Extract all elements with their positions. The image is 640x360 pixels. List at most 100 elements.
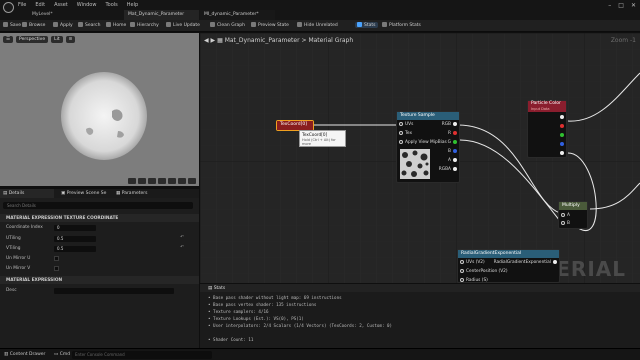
radial-gradient-node[interactable]: RadialGradientExponential UVs (V2) Cente… xyxy=(457,249,560,283)
pin-apply-view-mipbias[interactable]: Apply View MipBias xyxy=(399,140,447,145)
preview-viewport[interactable]: ☰ Perspective Lit ≡ xyxy=(0,33,199,186)
multiply-title: Multiply xyxy=(559,202,587,210)
sphere-preview-icon[interactable] xyxy=(138,178,146,184)
realtime-icon[interactable] xyxy=(178,178,186,184)
multiply-node[interactable]: Multiply A B xyxy=(558,201,588,229)
menu-bar: File Edit Asset Window Tools Help xyxy=(18,2,138,8)
hierarchy-button[interactable]: Hierarchy xyxy=(130,22,159,28)
show-button[interactable]: ≡ xyxy=(65,36,76,43)
multiply-pin-a[interactable]: A xyxy=(561,213,570,218)
save-button[interactable]: Save xyxy=(3,22,21,28)
live-update-label: Live Update xyxy=(173,23,200,28)
un-mirror-v-checkbox[interactable] xyxy=(54,266,59,271)
clean-graph-button[interactable]: Clean Graph xyxy=(210,22,245,28)
menu-help[interactable]: Help xyxy=(127,2,138,8)
pin-rgb[interactable]: RGB xyxy=(442,122,457,127)
particle-pin-g[interactable] xyxy=(558,133,564,138)
stats-header: ▤ Stats xyxy=(200,284,640,292)
cylinder-preview-icon[interactable] xyxy=(128,178,136,184)
pin-b[interactable]: B xyxy=(448,149,457,154)
tab-parameters[interactable]: ▦ Parameters xyxy=(113,189,168,198)
vtiling-field[interactable]: 0.5 xyxy=(54,246,96,252)
vtiling-label: VTiling xyxy=(6,246,21,251)
stats-line: • Texture Lookups (Est.): VS(0), PS(1) xyxy=(208,316,304,321)
browse-button[interactable]: Browse xyxy=(22,22,45,28)
breadcrumb-graph[interactable]: Material Graph xyxy=(308,37,353,44)
close-icon[interactable]: ✕ xyxy=(631,2,636,9)
platform-stats-icon xyxy=(382,22,387,27)
particle-color-node[interactable]: Particle Color Input Data xyxy=(527,100,567,158)
forward-arrow-icon[interactable]: ▶ xyxy=(211,37,216,44)
menu-window[interactable]: Window xyxy=(77,2,97,8)
pin-a[interactable]: A xyxy=(448,158,457,163)
un-mirror-u-label: Un Mirror U xyxy=(6,256,31,261)
cmd-button[interactable]: ▭ Cmd xyxy=(54,352,70,357)
menu-file[interactable]: File xyxy=(18,2,26,8)
breadcrumb-asset[interactable]: Mat_Dynamic_Parameter xyxy=(225,37,300,44)
pin-g[interactable]: G xyxy=(448,140,457,145)
platform-stats-button[interactable]: Platform Stats xyxy=(382,22,421,28)
section-texture-coordinate[interactable]: MATERIAL EXPRESSION TEXTURE COORDINATE xyxy=(0,214,199,222)
reset-utiling-icon[interactable]: ↶ xyxy=(180,235,184,240)
pin-uvs[interactable]: UVs xyxy=(399,122,413,127)
utiling-field[interactable]: 0.5 xyxy=(54,236,96,242)
content-drawer-button[interactable]: ▥ Content Drawer xyxy=(4,352,45,357)
particle-pin-rgb[interactable] xyxy=(558,115,564,120)
menu-edit[interactable]: Edit xyxy=(35,2,45,8)
tab-details[interactable]: ▤ Details xyxy=(0,189,54,198)
minimize-icon[interactable]: – xyxy=(608,2,611,9)
hide-unrelated-button[interactable]: Hide Unrelated xyxy=(297,22,338,28)
search-button[interactable]: Search xyxy=(78,22,100,28)
radial-pin-uvs[interactable]: UVs (V2) xyxy=(460,260,485,265)
multiply-pin-b[interactable]: B xyxy=(561,221,570,226)
stats-button[interactable]: Stats xyxy=(355,22,378,28)
un-mirror-u-checkbox[interactable] xyxy=(54,256,59,261)
material-graph[interactable]: ◀ ▶ ▦ Mat_Dynamic_Parameter > Material G… xyxy=(200,33,640,283)
live-update-button[interactable]: Live Update xyxy=(166,22,200,28)
status-bar: ▥ Content Drawer ▭ Cmd Enter Console Com… xyxy=(0,348,640,360)
desc-field[interactable] xyxy=(54,288,174,294)
menu-asset[interactable]: Asset xyxy=(54,2,68,8)
coordinate-index-field[interactable]: 0 xyxy=(54,225,96,231)
pin-rgba[interactable]: RGBA xyxy=(439,167,457,172)
grid-icon[interactable] xyxy=(188,178,196,184)
radial-pin-radius[interactable]: Radius (S) xyxy=(460,278,488,283)
texture-sample-node[interactable]: Texture Sample UVs Tex Apply View MipBia… xyxy=(396,111,460,183)
details-panel: Search Details MATERIAL EXPRESSION TEXTU… xyxy=(0,198,199,348)
tab-mat-dynamic-parameter[interactable]: Mat_Dynamic_Parameter xyxy=(124,10,199,20)
pin-tex[interactable]: Tex xyxy=(399,131,412,136)
maximize-icon[interactable]: □ xyxy=(618,2,624,9)
details-search-input[interactable]: Search Details xyxy=(3,202,193,209)
cube-preview-icon[interactable] xyxy=(158,178,166,184)
tab-preview-scene[interactable]: ▣ Preview Scene Se xyxy=(58,189,110,198)
title-bar: File Edit Asset Window Tools Help MyLeve… xyxy=(0,0,640,20)
particle-pin-a[interactable] xyxy=(558,151,564,156)
reset-vtiling-icon[interactable]: ↶ xyxy=(180,245,184,250)
stats-line-text: Shader Count: 11 xyxy=(213,337,254,342)
radial-pin-center[interactable]: CenterPosition (V2) xyxy=(460,269,508,274)
tab-mi-dynamic-parameter[interactable]: MI_dynamic_Parameter* xyxy=(200,10,275,20)
stats-icon xyxy=(357,22,362,27)
radial-pin-out[interactable]: RadialGradientExponential xyxy=(494,260,557,265)
preview-state-button[interactable]: Preview State xyxy=(251,22,289,28)
home-button[interactable]: Home xyxy=(106,22,126,28)
menu-tools[interactable]: Tools xyxy=(105,2,117,8)
lit-button[interactable]: Lit xyxy=(51,36,63,43)
folder-icon xyxy=(22,22,27,27)
console-input[interactable]: Enter Console Command xyxy=(72,351,212,359)
section-material-expression[interactable]: MATERIAL EXPRESSION xyxy=(0,276,199,284)
viewport-menu-button[interactable]: ☰ xyxy=(3,36,14,43)
apply-button[interactable]: Apply xyxy=(53,22,73,28)
radial-gradient-title: RadialGradientExponential xyxy=(458,250,559,258)
plane-preview-icon[interactable] xyxy=(148,178,156,184)
particle-pin-r[interactable] xyxy=(558,124,564,129)
mesh-preview-icon[interactable] xyxy=(168,178,176,184)
back-arrow-icon[interactable]: ◀ xyxy=(204,37,209,44)
search-icon xyxy=(78,22,83,27)
tab-parameters-label: Parameters xyxy=(121,191,148,196)
pin-r[interactable]: R xyxy=(448,131,457,136)
particle-pin-b[interactable] xyxy=(558,142,564,147)
apply-icon xyxy=(53,22,58,27)
radial-pin-radius-label: Radius (S) xyxy=(466,278,488,283)
perspective-button[interactable]: Perspective xyxy=(16,36,49,43)
